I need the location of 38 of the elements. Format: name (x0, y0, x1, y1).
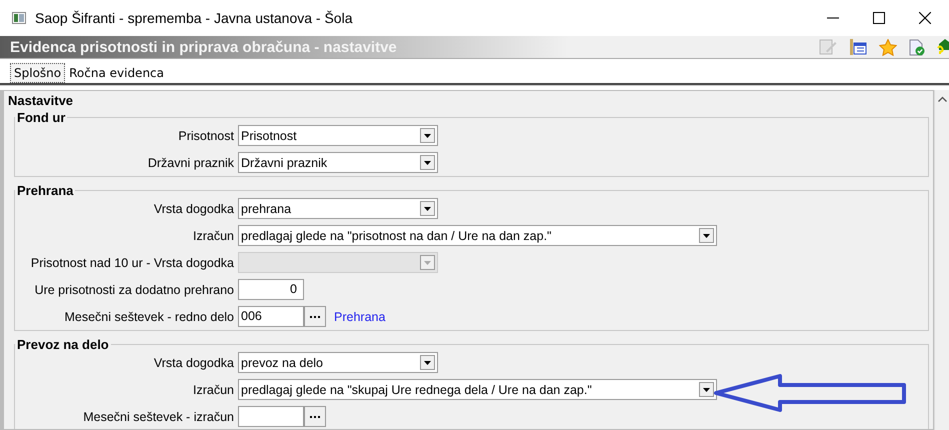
code-field[interactable]: 006 (238, 306, 304, 327)
section-title: Prehrana (16, 183, 74, 198)
dropdown-field[interactable]: predlagaj glede na "prisotnost na dan / Ure na dan zap." (238, 225, 717, 246)
section-title: Fond ur (16, 110, 66, 125)
form-title: Evidenca prisotnosti in priprava obračuna - nastavitve (9, 38, 397, 56)
field-label: Izračun (192, 382, 235, 396)
section-title: Prevoz na delo (16, 337, 110, 352)
field-label: Državni praznik (146, 156, 235, 170)
document-check-icon[interactable] (909, 38, 925, 56)
field-label: Izračun (192, 228, 235, 242)
minimize-icon[interactable] (827, 17, 839, 19)
field-label: Prisotnost nad 10 ur - Vrsta dogodka (30, 256, 235, 270)
field-label: Ure prisotnosti za dodatno prehrano (34, 282, 235, 296)
browse-button[interactable] (304, 406, 326, 427)
dropdown-field[interactable]: Državni praznik (238, 152, 438, 173)
lookup-link[interactable]: Prehrana (334, 310, 386, 324)
vertical-scrollbar[interactable] (934, 90, 949, 430)
app-icon (12, 12, 26, 24)
columns-icon[interactable] (849, 39, 867, 55)
field-label: Vrsta dogodka (152, 202, 235, 216)
scroll-up-icon[interactable] (938, 96, 946, 102)
browse-button[interactable] (304, 306, 326, 327)
field-label: Vrsta dogodka (152, 356, 235, 370)
star-icon[interactable] (879, 38, 897, 56)
window-title: Saop Šifranti - sprememba - Javna ustanova - Šola (35, 10, 352, 26)
number-field[interactable]: 0 (238, 279, 304, 300)
field-label: Mesečni seštevek - izračun (82, 410, 235, 424)
field-label: Prisotnost (177, 128, 235, 142)
code-field[interactable] (238, 406, 304, 427)
maximize-icon[interactable] (873, 12, 885, 24)
dropdown-field[interactable]: prevoz na delo (238, 352, 438, 373)
field-label: Mesečni seštevek - redno delo (63, 310, 235, 324)
dropdown-field[interactable]: predlagaj glede na "skupaj Ure rednega dela / Ure na dan zap." (238, 379, 717, 400)
close-icon[interactable] (919, 12, 931, 24)
dropdown-field[interactable]: Prisotnost (238, 125, 438, 146)
dropdown-field[interactable]: prehrana (238, 198, 438, 219)
tab[interactable]: Splošno (10, 63, 66, 83)
panel-title: Nastavitve (8, 93, 74, 108)
